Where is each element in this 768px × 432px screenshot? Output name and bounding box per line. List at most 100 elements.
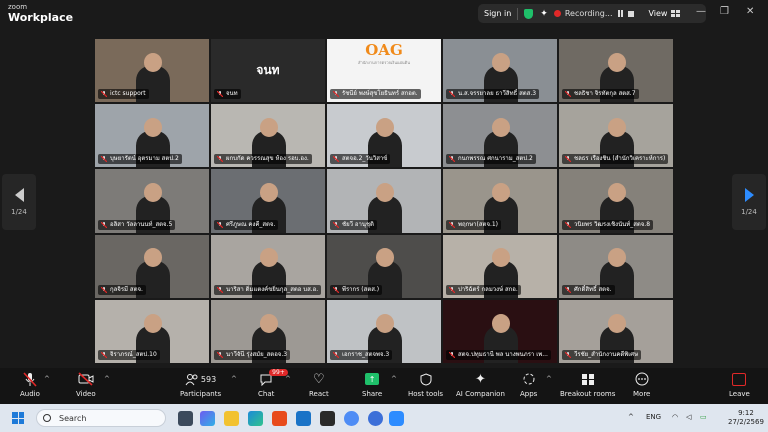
participant-tile[interactable]: กุลจิรมี สตจ.	[95, 234, 209, 298]
participants-button[interactable]: 593 Participants	[180, 371, 221, 398]
leave-button[interactable]: Leave	[729, 371, 750, 398]
terminal-icon[interactable]	[320, 411, 335, 426]
taskbar-search-box[interactable]: Search	[36, 409, 166, 427]
close-icon[interactable]: ✕	[746, 6, 754, 17]
wifi-icon[interactable]: ◠	[672, 413, 678, 421]
tray-chevron-icon[interactable]: ^	[628, 413, 634, 421]
previous-page-button[interactable]: 1/24	[2, 174, 36, 230]
breakout-rooms-button[interactable]: Breakout rooms	[560, 371, 615, 398]
arrow-right-icon	[744, 188, 754, 202]
muted-mic-icon	[217, 91, 223, 98]
participant-name-label: จิราภรณ์_สตป.10	[98, 350, 160, 360]
participant-name: วนิยพร วิฒรงเชิงนันท์_สตจ.8	[574, 220, 651, 228]
clock-time: 9:12	[738, 409, 754, 417]
more-button[interactable]: More	[633, 371, 650, 398]
host-tools-button[interactable]: Host tools	[408, 371, 443, 398]
stop-recording-icon[interactable]	[628, 10, 635, 17]
muted-mic-icon	[333, 221, 339, 228]
view-button[interactable]: View	[648, 9, 681, 18]
apps-label: Apps	[520, 390, 538, 398]
muted-mic-icon	[101, 156, 107, 163]
security-shield-icon[interactable]	[524, 8, 534, 19]
muted-mic-icon	[565, 352, 571, 358]
video-button[interactable]: Video	[76, 371, 96, 398]
video-gallery: ictc support จนท จนท OAG สำนักงานการตรวจเงิน…	[95, 39, 673, 363]
audio-options-chevron-icon[interactable]: ^	[44, 375, 50, 383]
microsoft-store-icon[interactable]	[272, 411, 287, 426]
volume-icon[interactable]: ◁	[686, 413, 691, 421]
participant-tile[interactable]: ชัยวี อานุชุติ	[327, 169, 441, 233]
ai-sparkle-icon[interactable]: ✦	[540, 9, 548, 19]
share-button[interactable]: ↑ Share	[362, 371, 382, 398]
apps-options-chevron-icon[interactable]: ^	[546, 375, 552, 383]
audio-button[interactable]: Audio	[20, 371, 40, 398]
app-icon[interactable]	[368, 411, 383, 426]
chat-button[interactable]: 99+ Chat	[258, 369, 288, 398]
participant-tile[interactable]: ศักดิ์สิทธิ์ สตจ.	[559, 234, 673, 298]
participant-tile[interactable]: บุษยารัตน์ อุตรมาม สตป.2	[95, 104, 209, 168]
participant-tile[interactable]: ชลธร เรืองชิน (สำนักวิเคราะห์การ)	[559, 104, 673, 168]
participant-tile[interactable]: สตจอ.2_วันวิสาข์	[327, 104, 441, 168]
participant-tile[interactable]: ศรีภูษณ คงคี_สตจ.	[211, 169, 325, 233]
participant-name: สตจ.ปทุมธานี พล นางพนภรา เพ...	[458, 351, 548, 358]
participant-tile[interactable]: นาวีจันี รุ่งสมัย_สตอจ.3	[211, 299, 325, 363]
zoom-taskbar-icon[interactable]	[389, 411, 404, 426]
next-page-button[interactable]: 1/24	[732, 174, 766, 230]
restore-icon[interactable]: ❐	[720, 6, 729, 17]
participant-tile[interactable]: สตจ.ปทุมธานี พล นางพนภรา เพ...	[443, 299, 557, 363]
participant-tile[interactable]: ชลธิชา จิรทัตกุล สตส.7	[559, 39, 673, 103]
participant-tile[interactable]: เอกราช_สตจพจ.3	[327, 299, 441, 363]
participant-head	[492, 313, 511, 333]
file-explorer-icon[interactable]	[224, 411, 239, 426]
participant-name: วีรชัย_สำนักงานคดีพิเศษ	[574, 351, 639, 358]
muted-mic-icon	[449, 352, 455, 358]
participant-tile[interactable]: จนท จนท	[211, 39, 325, 103]
pause-recording-icon[interactable]	[618, 10, 624, 17]
participant-tile[interactable]: OAG สำนักงานการตรวจเงินแผ่นดินรัชนีย์ พงษ…	[327, 39, 441, 103]
muted-mic-icon	[333, 286, 339, 293]
ai-companion-button[interactable]: ✦ AI Companion	[456, 371, 505, 399]
ai-companion-label: AI Companion	[456, 390, 505, 398]
participant-name: เอกราช_สตจพจ.3	[342, 351, 390, 358]
outlook-icon[interactable]	[296, 411, 311, 426]
video-options-chevron-icon[interactable]: ^	[104, 375, 110, 383]
react-button[interactable]: ♡ React	[309, 371, 329, 399]
participant-tile[interactable]: กนกพรรณ ศกนาราม_สตป.2	[443, 104, 557, 168]
participant-tile[interactable]: วีรชัย_สำนักงานคดีพิเศษ	[559, 299, 673, 363]
participant-name: จิราภรณ์_สตป.10	[110, 351, 157, 358]
participant-tile[interactable]: นาริสา ดิ่มแตงค์ขยิ่นกุล_สตอ บส.อ.	[211, 234, 325, 298]
participant-tile[interactable]: พฤกษา(สตจ.1)	[443, 169, 557, 233]
leave-label: Leave	[729, 390, 750, 398]
windows-start-icon[interactable]	[12, 412, 24, 424]
muted-mic-icon	[565, 286, 571, 293]
oag-logo: OAG สำนักงานการตรวจเงินแผ่นดิน	[358, 41, 410, 65]
chrome-icon[interactable]	[344, 411, 359, 426]
copilot-icon[interactable]	[200, 411, 215, 426]
participant-tile[interactable]: วนิยพร วิฒรงเชิงนันท์_สตจ.8	[559, 169, 673, 233]
share-options-chevron-icon[interactable]: ^	[391, 375, 397, 383]
sign-in-button[interactable]: Sign in	[478, 4, 517, 23]
participant-tile[interactable]: อลิสา วัลลานนท์_สตจ.5	[95, 169, 209, 233]
participant-tile[interactable]: ictc support	[95, 39, 209, 103]
participant-tile[interactable]: ผกบกัด ควรรณสุข ห้อง รอบ.อง.	[211, 104, 325, 168]
edge-browser-icon[interactable]	[248, 411, 263, 426]
participant-tile[interactable]: พีรากร (สตส.)	[327, 234, 441, 298]
keyboard-language[interactable]: ENG	[646, 413, 661, 421]
host-tools-label: Host tools	[408, 390, 444, 398]
participant-head	[376, 313, 395, 333]
participant-name: อลิสา วัลลานนท์_สตจ.5	[110, 220, 173, 228]
participant-tile[interactable]: ปาริฉัตร์ กลมวงษ์ สกอ.	[443, 234, 557, 298]
minimize-icon[interactable]: —	[696, 6, 706, 17]
arrow-left-icon	[14, 188, 24, 202]
search-icon	[43, 414, 51, 422]
task-view-icon[interactable]	[178, 411, 193, 426]
participant-tile[interactable]: น.ส.จรรยาลย ธาวีสิทธิ์ สตส.3	[443, 39, 557, 103]
divider	[517, 7, 519, 20]
taskbar-clock[interactable]: 9:12 27/2/2569	[728, 409, 764, 427]
participants-options-chevron-icon[interactable]: ^	[231, 375, 237, 383]
participant-name-label: รัชนีย์ พงษ์สุขโยธินทร์ สกอต.	[330, 89, 421, 100]
chat-options-chevron-icon[interactable]: ^	[285, 375, 291, 383]
battery-icon[interactable]: ▭	[700, 413, 707, 421]
apps-button[interactable]: Apps	[520, 371, 537, 398]
participant-tile[interactable]: จิราภรณ์_สตป.10	[95, 299, 209, 363]
